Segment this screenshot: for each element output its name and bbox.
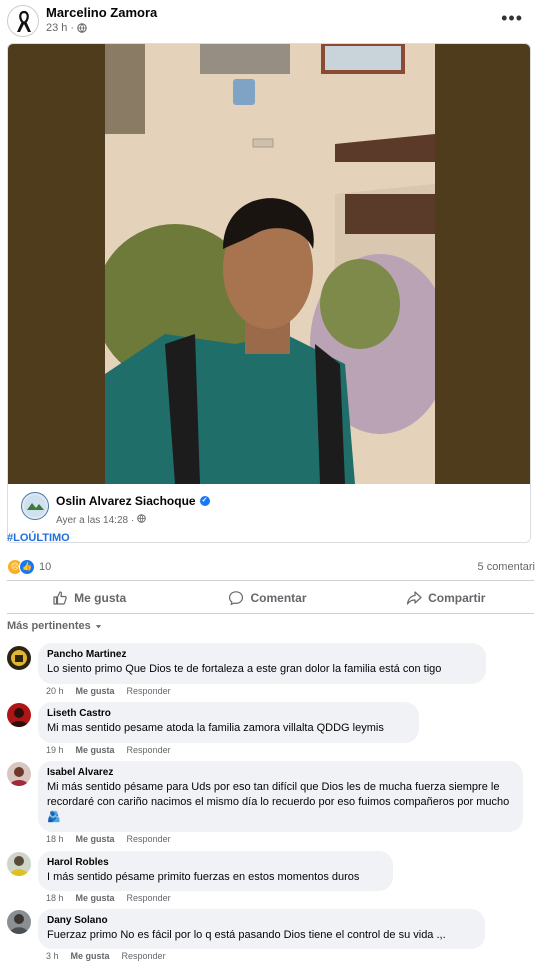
comment-bubble: Liseth Castro Mi mas sentido pesame atod… <box>38 702 419 743</box>
share-icon <box>407 591 422 605</box>
commenter-name[interactable]: Harol Robles <box>47 857 383 868</box>
commenter-avatar[interactable] <box>7 646 31 670</box>
commenter-avatar[interactable] <box>7 910 31 934</box>
comment-like-button[interactable]: Me gusta <box>76 834 115 844</box>
comment-text: I más sentido pésame primito fuerzas en … <box>47 871 360 883</box>
shared-post-meta: Ayer a las 14:28 · <box>56 514 146 526</box>
like-reaction-icon: 👍 <box>19 559 35 575</box>
page-logo-icon <box>24 495 46 517</box>
comment-text: Fuerzaz primo No es fácil por lo q está … <box>47 929 446 941</box>
divider <box>7 580 534 581</box>
hashtag-link[interactable]: #LOÚLTIMO <box>7 532 70 544</box>
commenter-name[interactable]: Isabel Alvarez <box>47 767 513 778</box>
author-name[interactable]: Marcelino Zamora <box>46 5 157 20</box>
shared-meta-separator: · <box>130 515 135 526</box>
commenter-avatar[interactable] <box>7 852 31 876</box>
avatar-image <box>7 762 31 786</box>
commenter-name[interactable]: Dany Solano <box>47 915 475 926</box>
commenter-avatar[interactable] <box>7 703 31 727</box>
comment-time[interactable]: 20 h <box>46 686 64 696</box>
shared-post-time[interactable]: Ayer a las 14:28 <box>56 515 128 526</box>
mourning-ribbon-icon <box>17 10 31 32</box>
sort-label: Más pertinentes <box>7 620 91 632</box>
comment-reply-button[interactable]: Responder <box>127 686 171 696</box>
comment-like-button[interactable]: Me gusta <box>76 745 115 755</box>
comment-button[interactable]: Comentar <box>178 583 356 613</box>
like-label: Me gusta <box>74 591 127 605</box>
divider <box>7 613 534 614</box>
avatar-image <box>7 910 31 934</box>
share-label: Compartir <box>428 591 486 605</box>
commenter-avatar[interactable] <box>7 762 31 786</box>
post-meta: 23 h · <box>46 22 87 34</box>
share-button[interactable]: Compartir <box>357 583 535 613</box>
comment-count[interactable]: 5 comentari <box>478 561 535 573</box>
comment-icon <box>229 591 244 606</box>
thumbs-up-icon <box>53 591 67 605</box>
post-header: Marcelino Zamora 23 h · ••• <box>0 0 535 42</box>
comment-label: Comentar <box>250 591 307 605</box>
comment-text: Mi más sentido pésame para Uds por eso t… <box>47 781 510 823</box>
action-bar: Me gusta Comentar Compartir <box>0 583 535 613</box>
commenter-name[interactable]: Pancho Martinez <box>47 649 476 660</box>
reactions-bar: ☹ 👍 10 5 comentari <box>0 556 535 580</box>
avatar-image <box>7 852 31 876</box>
globe-icon <box>137 514 146 523</box>
comment-reply-button[interactable]: Responder <box>122 951 166 961</box>
comment-like-button[interactable]: Me gusta <box>76 686 115 696</box>
comment-bubble: Pancho Martinez Lo siento primo Que Dios… <box>38 643 486 684</box>
comment-bubble: Dany Solano Fuerzaz primo No es fácil po… <box>38 909 485 949</box>
comment-actions: 20 h Me gusta Responder <box>46 686 171 696</box>
globe-icon <box>77 23 87 33</box>
comment-text: Mi mas sentido pesame atoda la familia z… <box>47 722 384 734</box>
comment-text: Lo siento primo Que Dios te de fortaleza… <box>47 663 442 675</box>
comment-like-button[interactable]: Me gusta <box>76 893 115 903</box>
comment-actions: 19 h Me gusta Responder <box>46 745 171 755</box>
selfie-image <box>105 44 435 484</box>
comment-actions: 18 h Me gusta Responder <box>46 834 171 844</box>
reaction-count[interactable]: 10 <box>39 561 51 573</box>
like-button[interactable]: Me gusta <box>0 583 178 613</box>
comment-bubble: Harol Robles I más sentido pésame primit… <box>38 851 393 891</box>
shared-post-card[interactable]: Oslin Alvarez Siachoque ✓ Ayer a las 14:… <box>7 43 531 543</box>
reaction-icons[interactable]: ☹ 👍 <box>7 559 35 575</box>
shared-post-info: Oslin Alvarez Siachoque ✓ Ayer a las 14:… <box>8 484 530 542</box>
comment-time[interactable]: 19 h <box>46 745 64 755</box>
shared-author-name[interactable]: Oslin Alvarez Siachoque ✓ <box>56 494 210 508</box>
comment-time[interactable]: 18 h <box>46 834 64 844</box>
shared-author-label: Oslin Alvarez Siachoque <box>56 494 196 508</box>
post-photo[interactable] <box>105 44 435 484</box>
commenter-name[interactable]: Liseth Castro <box>47 708 409 719</box>
comment-sort-dropdown[interactable]: Más pertinentes <box>7 620 103 632</box>
comment-bubble: Isabel Alvarez Mi más sentido pésame par… <box>38 761 523 832</box>
more-options-button[interactable]: ••• <box>501 8 523 29</box>
comment-actions: 3 h Me gusta Responder <box>46 951 166 961</box>
comment-reply-button[interactable]: Responder <box>127 745 171 755</box>
comment-time[interactable]: 18 h <box>46 893 64 903</box>
verified-badge-icon: ✓ <box>199 496 210 506</box>
photo-frame <box>8 44 530 484</box>
post-time[interactable]: 23 h <box>46 22 67 34</box>
comment-reply-button[interactable]: Responder <box>127 834 171 844</box>
shared-author-avatar[interactable] <box>21 492 49 520</box>
comment-like-button[interactable]: Me gusta <box>71 951 110 961</box>
avatar-image <box>7 646 31 670</box>
caret-down-icon <box>95 624 101 628</box>
comment-actions: 18 h Me gusta Responder <box>46 893 171 903</box>
comment-time[interactable]: 3 h <box>46 951 59 961</box>
comment-reply-button[interactable]: Responder <box>127 893 171 903</box>
author-avatar[interactable] <box>7 5 39 37</box>
avatar-image <box>7 703 31 727</box>
meta-separator: · <box>70 22 75 34</box>
